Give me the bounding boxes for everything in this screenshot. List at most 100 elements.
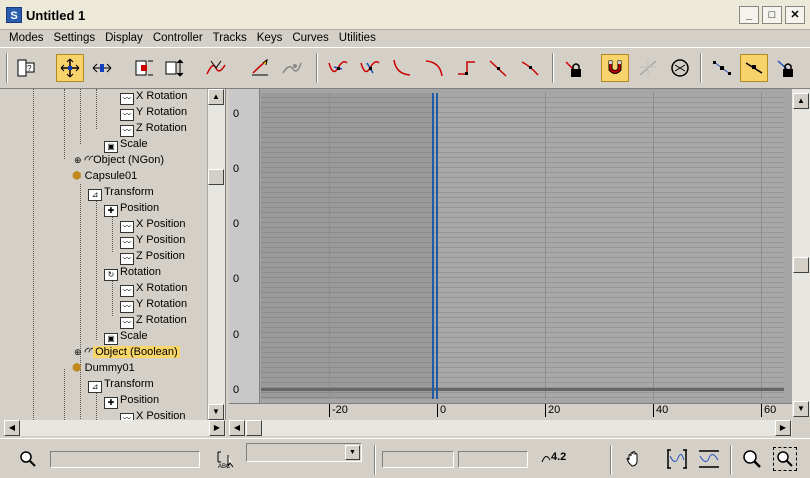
scroll-right-arrow-icon[interactable]: ▶ — [775, 420, 791, 436]
scroll-left-arrow-icon[interactable]: ◀ — [229, 420, 245, 436]
menu-utilities[interactable]: Utilities — [334, 30, 381, 47]
insert-keys-icon[interactable] — [202, 54, 230, 82]
time-slider[interactable] — [432, 93, 438, 399]
curve-editor-graph[interactable]: 0 0 0 0 0 0 — [229, 89, 792, 403]
app-icon[interactable]: S — [6, 7, 22, 23]
zoom-horizontal-extents-icon[interactable] — [665, 447, 689, 471]
show-selected-key-stats-icon[interactable]: 4.2 — [540, 447, 570, 471]
tree-node[interactable]: 〰 X Position — [120, 217, 186, 233]
tree-node[interactable]: 〰 Z Position — [120, 249, 185, 265]
tree-node[interactable]: ▣ Scale — [104, 137, 148, 153]
position-icon: ✚ — [104, 397, 118, 409]
time-label: 20 — [545, 404, 560, 417]
expand-icon[interactable]: ⊕ — [74, 347, 82, 357]
tree-node[interactable]: ⬢ Dummy01 — [72, 361, 135, 376]
scroll-thumb[interactable] — [208, 169, 224, 185]
minimize-button[interactable]: _ — [739, 6, 759, 24]
menu-tracks[interactable]: Tracks — [208, 30, 252, 47]
scroll-left-arrow-icon[interactable]: ◀ — [4, 420, 20, 436]
tree-node[interactable]: 〰 X Position — [120, 409, 186, 420]
snap-frames-icon[interactable] — [601, 54, 629, 82]
menu-settings[interactable]: Settings — [49, 30, 101, 47]
set-tangents-step-icon[interactable] — [452, 54, 480, 82]
scroll-up-arrow-icon[interactable]: ▲ — [793, 93, 809, 109]
tree-node[interactable]: 〰 Z Rotation — [120, 121, 187, 137]
curve-icon: 〰 — [120, 301, 134, 313]
tree-node-label: X Position — [136, 218, 186, 230]
set-tangents-linear-icon[interactable] — [484, 54, 512, 82]
tree-node[interactable]: ✚ Position — [104, 393, 159, 409]
tree-node[interactable]: 〰 Y Rotation — [120, 297, 187, 313]
scroll-down-arrow-icon[interactable]: ▼ — [208, 404, 224, 420]
reduce-keys-icon[interactable] — [278, 54, 306, 82]
menu-keys[interactable]: Keys — [252, 30, 288, 47]
position-icon: ✚ — [104, 205, 118, 217]
track-selection-dropdown[interactable]: ▼ — [246, 443, 362, 462]
tree-node[interactable]: 〰 Z Rotation — [120, 313, 187, 329]
lock-handles-icon[interactable] — [772, 54, 800, 82]
tree-node[interactable]: ⊿ Transform — [88, 377, 154, 393]
menu-modes[interactable]: Modes — [4, 30, 49, 47]
show-handles-icon[interactable] — [708, 54, 736, 82]
set-tangents-custom-icon[interactable] — [356, 54, 384, 82]
expand-icon[interactable]: ⊕ — [74, 155, 82, 165]
selection-name-field[interactable] — [50, 451, 200, 468]
tree-node-label: X Rotation — [136, 282, 188, 294]
show-keyable-icon[interactable] — [666, 54, 694, 82]
maximize-button[interactable]: □ — [762, 6, 782, 24]
tree-node[interactable]: ↻ Rotation — [104, 265, 161, 281]
tree-node[interactable]: 〰 X Rotation — [120, 281, 188, 297]
set-tangents-slow-icon[interactable] — [420, 54, 448, 82]
value-label: 0 — [233, 108, 240, 120]
scroll-up-arrow-icon[interactable]: ▲ — [208, 89, 224, 105]
graph-vertical-scrollbar[interactable]: ▲ ▼ — [792, 89, 810, 417]
zoom-selected-object-icon[interactable] — [16, 447, 40, 471]
scale-values-icon[interactable] — [160, 54, 188, 82]
slide-keys-icon[interactable] — [88, 54, 116, 82]
menu-controller[interactable]: Controller — [148, 30, 208, 47]
zoom-region-icon[interactable] — [773, 447, 797, 471]
time-ruler[interactable]: -20 0 20 40 60 — [229, 403, 792, 417]
tree-node[interactable]: ⬢ Capsule01 — [72, 169, 137, 184]
zoom-icon[interactable] — [740, 447, 764, 471]
menu-display[interactable]: Display — [100, 30, 148, 47]
value-field[interactable] — [458, 451, 528, 468]
set-tangents-smooth-icon[interactable] — [516, 54, 544, 82]
set-tangents-fast-icon[interactable] — [388, 54, 416, 82]
filters-icon[interactable]: ? — [12, 54, 40, 82]
scroll-down-arrow-icon[interactable]: ▼ — [793, 401, 809, 417]
tree-node[interactable]: 〰 Y Position — [120, 233, 185, 249]
pan-hand-icon[interactable] — [622, 447, 646, 471]
scroll-right-arrow-icon[interactable]: ▶ — [209, 420, 225, 436]
tree-vertical-scrollbar[interactable]: ▲ ▼ — [207, 89, 225, 420]
tree-node[interactable]: ⊿ Transform — [88, 185, 154, 201]
draw-curves-icon[interactable] — [246, 54, 274, 82]
scroll-thumb[interactable] — [793, 257, 809, 273]
tree-node[interactable]: 〰 X Rotation — [120, 89, 187, 105]
tree-node[interactable]: ⊕ ◜◜Object (NGon) — [74, 153, 164, 168]
toolbar: ? — [0, 49, 810, 89]
tree-node[interactable]: ✚ Position — [104, 201, 159, 217]
zoom-value-extents-icon[interactable] — [697, 447, 721, 471]
set-tangents-auto-icon[interactable] — [324, 54, 352, 82]
select-by-name-icon[interactable]: ABC — [213, 447, 237, 471]
tree-horizontal-scrollbar[interactable]: ◀ ▶ — [4, 420, 226, 436]
show-tangents-icon[interactable] — [740, 54, 768, 82]
move-keys-icon[interactable] — [56, 54, 84, 82]
scale-keys-icon[interactable] — [130, 54, 158, 82]
frame-field[interactable] — [382, 451, 454, 468]
scroll-thumb[interactable] — [246, 420, 262, 436]
tree-node-label-selected: Object (Boolean) — [93, 346, 180, 358]
close-button[interactable]: ✕ — [785, 6, 805, 24]
graph-horizontal-scrollbar[interactable]: ◀ ▶ — [229, 420, 792, 436]
lock-selection-icon[interactable] — [634, 54, 662, 82]
menu-curves[interactable]: Curves — [287, 30, 333, 47]
lock-tangents-icon[interactable] — [560, 54, 588, 82]
tree-line — [112, 280, 113, 316]
chevron-down-icon[interactable]: ▼ — [345, 445, 360, 460]
tree-node[interactable]: ▣ Scale — [104, 329, 148, 345]
controller-tree[interactable]: 〰 X Rotation 〰 Y Rotation 〰 Z Rotation ▣ Sca… — [4, 89, 226, 420]
tree-node[interactable]: ⊕ ◜◜ Object (Boolean) — [74, 345, 180, 360]
tree-node[interactable]: 〰 Y Rotation — [120, 105, 187, 121]
title-bar: S Untitled 1 _ □ ✕ — [0, 0, 810, 30]
